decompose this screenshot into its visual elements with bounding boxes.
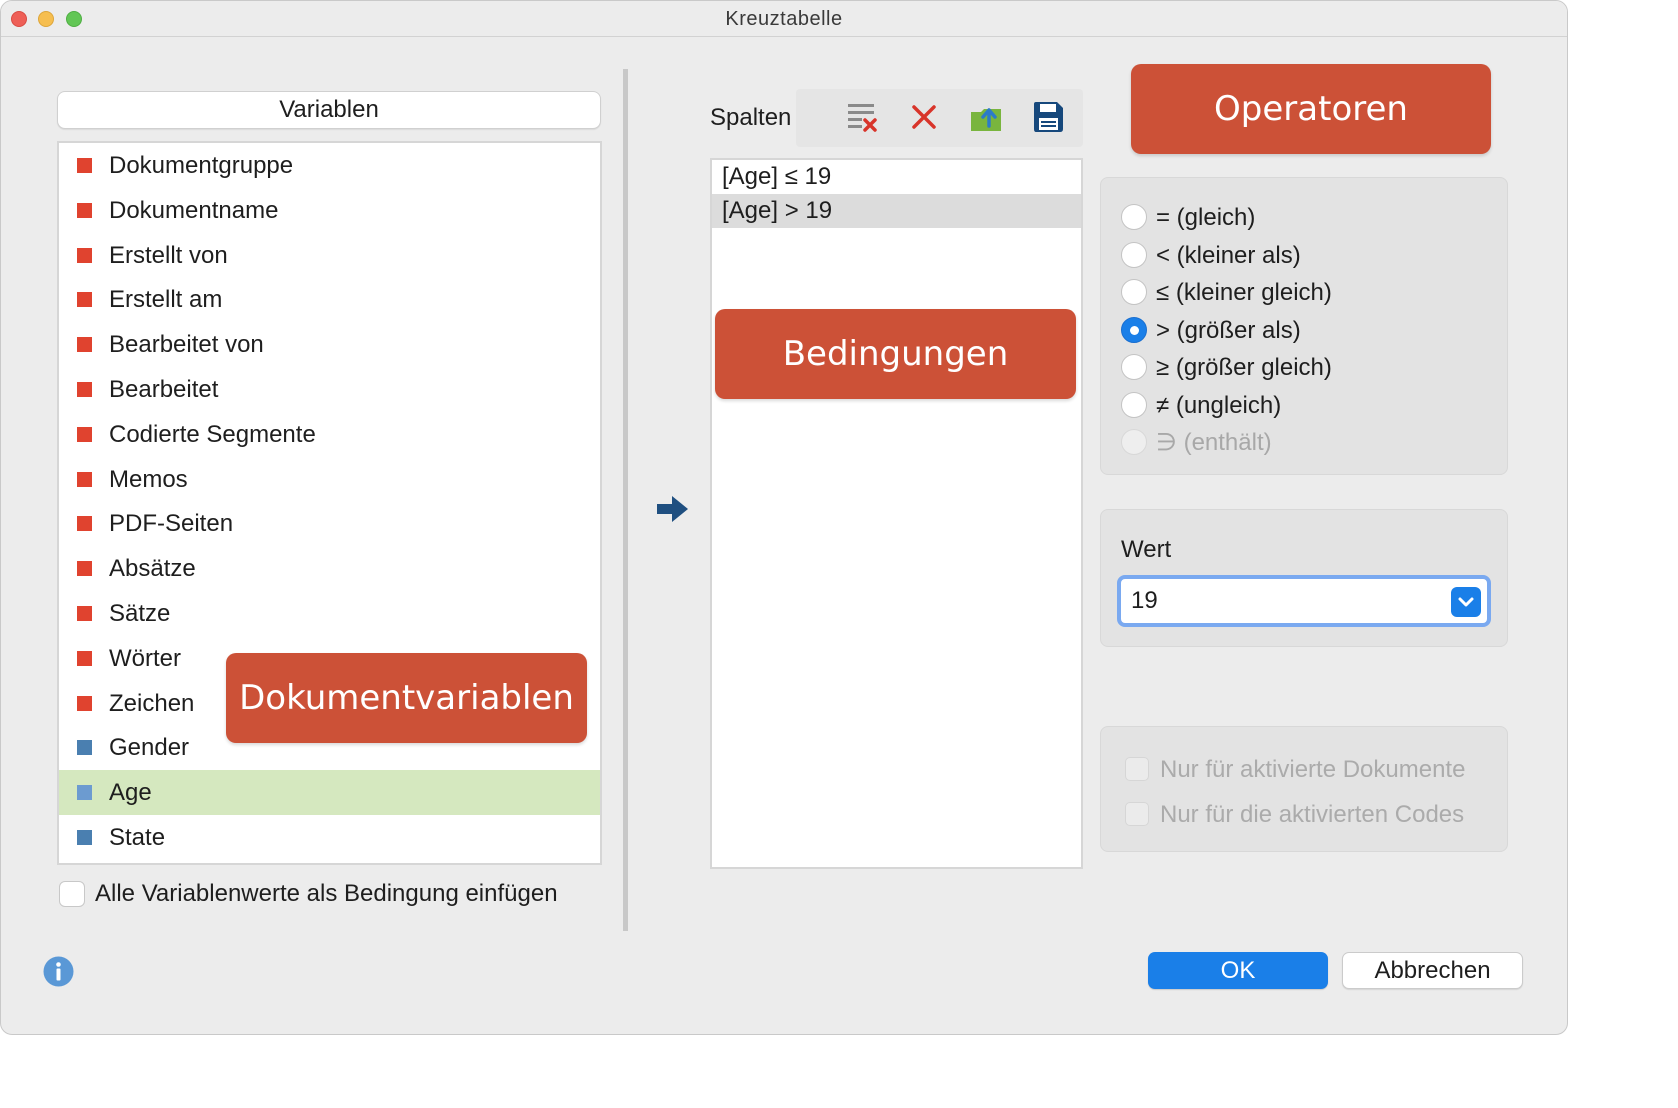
callout-operators: Operatoren bbox=[1131, 64, 1491, 154]
variable-type-icon bbox=[77, 740, 92, 756]
variable-type-icon bbox=[77, 202, 92, 218]
operator-label: ∋ (enthält) bbox=[1156, 429, 1272, 456]
variable-type-icon bbox=[77, 247, 92, 263]
variable-type-icon bbox=[77, 158, 92, 173]
title-bar: Kreuztabelle bbox=[1, 1, 1567, 37]
variable-type-icon bbox=[77, 561, 92, 577]
variable-item[interactable]: Codierte Segmente bbox=[59, 412, 600, 457]
variable-label: Bearbeitet bbox=[109, 376, 219, 403]
cancel-button[interactable]: Abbrechen bbox=[1342, 952, 1523, 989]
operator-radio[interactable] bbox=[1121, 391, 1147, 418]
condition-item[interactable]: [Age] > 19 bbox=[712, 194, 1081, 228]
columns-toolbar bbox=[796, 89, 1083, 147]
only-active-codes-checkbox bbox=[1125, 802, 1149, 826]
operator-radio[interactable] bbox=[1121, 241, 1147, 268]
info-icon[interactable] bbox=[43, 956, 74, 987]
variable-type-icon bbox=[77, 650, 92, 666]
variable-item[interactable]: PDF-Seiten bbox=[59, 501, 600, 546]
only-active-documents-label: Nur für aktivierte Dokumente bbox=[1160, 756, 1466, 783]
variable-item[interactable]: State bbox=[59, 815, 600, 860]
variable-label: Bearbeitet von bbox=[109, 331, 264, 359]
variable-item[interactable]: Erstellt am bbox=[59, 277, 600, 322]
variable-label: Erstellt von bbox=[109, 241, 228, 269]
variable-item[interactable]: Erstellt von bbox=[59, 233, 600, 278]
variable-item[interactable]: Sätze bbox=[59, 591, 600, 636]
variables-list[interactable]: Dokumentgruppe Dokumentname Erstellt von Er… bbox=[57, 141, 602, 865]
operator-label: > (größer als) bbox=[1156, 316, 1301, 344]
variable-item[interactable]: Age bbox=[59, 770, 600, 816]
variable-type-icon bbox=[77, 830, 92, 845]
operator-label: = (gleich) bbox=[1156, 204, 1256, 231]
chevron-down-icon[interactable] bbox=[1451, 587, 1481, 617]
variable-type-icon bbox=[77, 516, 92, 532]
delete-icon[interactable] bbox=[906, 99, 942, 135]
ok-button[interactable]: OK bbox=[1148, 952, 1328, 989]
operator-radio bbox=[1121, 429, 1147, 455]
variable-label: Memos bbox=[109, 465, 188, 493]
value-label: Wert bbox=[1121, 536, 1172, 563]
callout-conditions: Bedingungen bbox=[715, 309, 1076, 399]
variable-type-icon bbox=[77, 695, 92, 711]
operator-radio[interactable] bbox=[1121, 204, 1147, 230]
variable-label: Gender bbox=[109, 734, 190, 762]
value-text[interactable]: 19 bbox=[1131, 587, 1158, 615]
variable-label: Dokumentgruppe bbox=[109, 152, 294, 179]
only-active-documents-checkbox bbox=[1125, 757, 1149, 781]
save-icon[interactable] bbox=[1030, 99, 1066, 135]
variable-type-icon bbox=[77, 606, 92, 621]
variable-item[interactable]: Absätze bbox=[59, 546, 600, 591]
condition-item[interactable]: [Age] ≤ 19 bbox=[712, 160, 1081, 194]
conditions-list[interactable]: [Age] ≤ 19 [Age] > 19 bbox=[710, 158, 1083, 869]
variable-label: Wörter bbox=[109, 644, 181, 672]
only-active-codes-label: Nur für die aktivierten Codes bbox=[1160, 801, 1465, 828]
variable-label: Sätze bbox=[109, 600, 171, 627]
variable-label: State bbox=[109, 824, 166, 851]
panel-divider[interactable] bbox=[623, 69, 628, 931]
variable-item[interactable]: Memos bbox=[59, 457, 600, 502]
add-condition-arrow-icon[interactable] bbox=[655, 493, 691, 525]
variable-type-icon bbox=[77, 785, 92, 801]
export-icon[interactable] bbox=[968, 99, 1004, 135]
variables-header[interactable]: Variablen bbox=[57, 91, 601, 129]
value-combobox[interactable]: 19 bbox=[1117, 575, 1491, 627]
variable-item[interactable]: Bearbeitet bbox=[59, 367, 600, 412]
filter-options-group bbox=[1100, 726, 1508, 852]
variable-item[interactable]: Bearbeitet von bbox=[59, 322, 600, 367]
variable-type-icon bbox=[77, 337, 92, 353]
operator-label: ≥ (größer gleich) bbox=[1156, 354, 1332, 381]
variable-label: Dokumentname bbox=[109, 196, 279, 224]
window-title: Kreuztabelle bbox=[725, 8, 843, 30]
insert-all-values-label[interactable]: Alle Variablenwerte als Bedingung einfüg… bbox=[95, 880, 558, 908]
operator-label: < (kleiner als) bbox=[1156, 241, 1301, 269]
variable-label: Zeichen bbox=[109, 689, 195, 717]
operator-label: ≠ (ungleich) bbox=[1156, 391, 1282, 419]
variable-label: PDF-Seiten bbox=[109, 510, 234, 538]
variable-label: Absätze bbox=[109, 555, 196, 583]
operator-label: ≤ (kleiner gleich) bbox=[1156, 279, 1332, 306]
callout-document-variables: Dokumentvariablen bbox=[226, 653, 587, 743]
operator-radio[interactable] bbox=[1121, 316, 1147, 343]
variable-item[interactable]: Dokumentgruppe bbox=[59, 143, 600, 188]
variable-type-icon bbox=[77, 292, 92, 308]
operator-radio[interactable] bbox=[1121, 354, 1147, 380]
variable-label: Erstellt am bbox=[109, 286, 223, 314]
crosstab-dialog: Kreuztabelle Variablen Dokumentgruppe Dok… bbox=[0, 0, 1568, 1035]
variable-type-icon bbox=[77, 471, 92, 487]
variable-type-icon bbox=[77, 426, 92, 442]
variable-type-icon bbox=[77, 382, 92, 397]
clear-list-icon[interactable] bbox=[844, 99, 880, 135]
variable-label: Codierte Segmente bbox=[109, 420, 316, 448]
variable-item[interactable]: Dokumentname bbox=[59, 188, 600, 233]
insert-all-values-checkbox[interactable] bbox=[59, 881, 85, 907]
operator-radio[interactable] bbox=[1121, 279, 1147, 305]
variable-label: Age bbox=[109, 779, 152, 807]
columns-label: Spalten bbox=[710, 104, 792, 131]
